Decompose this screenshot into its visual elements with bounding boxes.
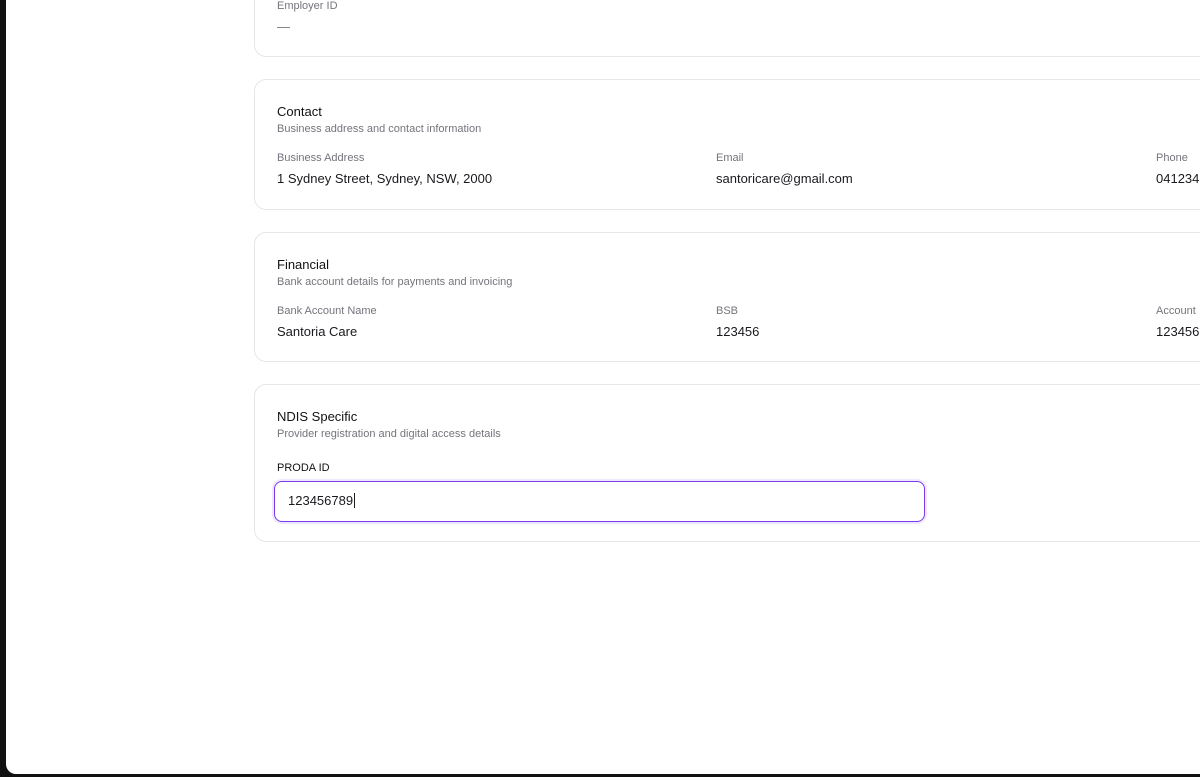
phone-value: 041234 xyxy=(1156,171,1200,186)
account-number-value: 123456 xyxy=(1156,324,1200,339)
email-label: Email xyxy=(716,152,744,164)
financial-subtitle: Bank account details for payments and in… xyxy=(277,276,513,288)
employer-id-value: — xyxy=(277,19,290,34)
employer-id-label: Employer ID xyxy=(277,0,338,12)
contact-subtitle: Business address and contact information xyxy=(277,123,482,135)
text-cursor xyxy=(354,493,356,508)
ndis-title: NDIS Specific xyxy=(277,409,358,424)
bsb-label: BSB xyxy=(716,305,739,317)
contact-card: Contact Business address and contact inf… xyxy=(254,79,1200,210)
bsb-field: BSB 123456 xyxy=(716,304,759,340)
account-number-label: Account xyxy=(1156,305,1196,317)
proda-id-value: 123456789 xyxy=(288,493,354,508)
ndis-subtitle: Provider registration and digital access… xyxy=(277,428,501,440)
email-value: santoricare@gmail.com xyxy=(716,171,853,186)
ndis-card: NDIS Specific Provider registration and … xyxy=(254,384,1200,542)
email-field: Email santoricare@gmail.com xyxy=(716,151,853,187)
bsb-value: 123456 xyxy=(716,324,760,339)
proda-id-input[interactable]: 123456789 xyxy=(274,481,925,522)
phone-field: Phone 041234 xyxy=(1156,151,1199,187)
financial-title: Financial xyxy=(277,257,330,272)
phone-label: Phone xyxy=(1156,152,1188,164)
financial-card: Financial Bank account details for payme… xyxy=(254,232,1200,362)
bank-account-name-value: Santoria Care xyxy=(277,324,358,339)
contact-title: Contact xyxy=(277,104,322,119)
bank-account-name-label: Bank Account Name xyxy=(277,305,377,317)
employer-id-field: Employer ID — xyxy=(277,0,338,35)
business-address-field: Business Address 1 Sydney Street, Sydney… xyxy=(277,151,492,187)
business-address-value: 1 Sydney Street, Sydney, NSW, 2000 xyxy=(277,171,493,186)
account-number-field: Account 123456 xyxy=(1156,304,1199,340)
page-canvas: Employer ID — Contact Business address a… xyxy=(6,0,1200,774)
proda-id-label: PRODA ID xyxy=(277,462,330,474)
business-details-card: Employer ID — xyxy=(254,0,1200,57)
bank-account-name-field: Bank Account Name Santoria Care xyxy=(277,304,377,340)
business-address-label: Business Address xyxy=(277,152,365,164)
